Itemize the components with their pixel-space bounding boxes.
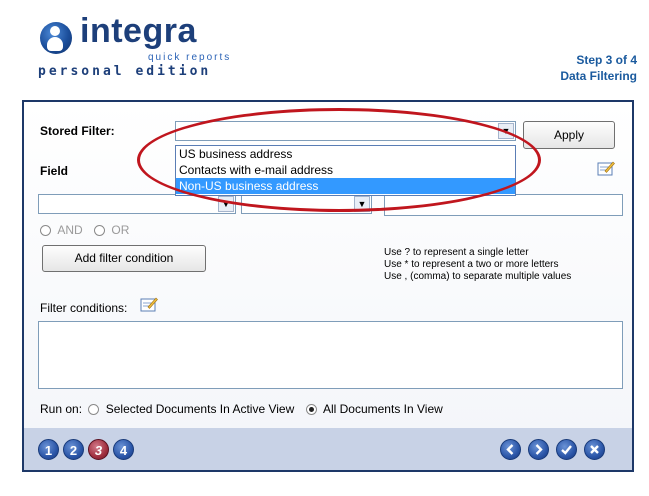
step-2-button[interactable]: 2 <box>63 439 84 460</box>
finish-button[interactable] <box>556 439 577 460</box>
run-on-label: Run on: <box>40 402 83 416</box>
and-radio[interactable] <box>40 225 51 237</box>
edit-note-icon[interactable] <box>140 296 158 312</box>
finish-icon <box>561 445 572 455</box>
selected-documents-radio[interactable] <box>88 404 100 416</box>
hint-multiple-letters: Use * to represent a two or more letters <box>384 259 559 270</box>
and-label: AND <box>57 223 83 237</box>
next-icon <box>535 444 543 455</box>
hint-single-letter: Use ? to represent a single letter <box>384 247 529 258</box>
brand-edition: personal edition <box>38 64 212 79</box>
step-title: Data Filtering <box>560 69 637 83</box>
brand-subtitle: quick reports <box>148 52 232 63</box>
logic-radio-group: AND OR <box>40 223 129 237</box>
back-button[interactable] <box>500 439 521 460</box>
filter-conditions-label: Filter conditions: <box>40 301 128 315</box>
back-icon <box>506 444 514 455</box>
brand-name: integra <box>80 12 197 50</box>
or-label: OR <box>111 223 130 237</box>
stored-filter-label: Stored Filter: <box>40 124 115 138</box>
step-3-button[interactable]: 3 <box>88 439 109 460</box>
logo-person-body <box>47 37 63 51</box>
next-button[interactable] <box>528 439 549 460</box>
hint-comma: Use , (comma) to separate multiple value… <box>384 271 572 282</box>
step-1-button[interactable]: 1 <box>38 439 59 460</box>
filter-conditions-textarea[interactable] <box>38 321 623 389</box>
edit-note-icon[interactable] <box>597 160 615 176</box>
all-documents-radio[interactable] <box>305 404 317 416</box>
annotation-ellipse <box>137 108 541 212</box>
step-4-button[interactable]: 4 <box>113 439 134 460</box>
or-radio[interactable] <box>94 225 106 237</box>
cancel-button[interactable] <box>584 439 605 460</box>
add-filter-condition-button[interactable]: Add filter condition <box>42 245 206 272</box>
logo-person-head <box>50 26 60 36</box>
selected-documents-label: Selected Documents In Active View <box>105 402 295 416</box>
run-on-group: Run on: Selected Documents In Active Vie… <box>40 402 443 416</box>
apply-button[interactable]: Apply <box>523 121 615 149</box>
step-indicator: Step 3 of 4 <box>576 53 637 67</box>
all-documents-label: All Documents In View <box>322 402 443 416</box>
cancel-icon <box>590 445 599 454</box>
field-label: Field <box>40 164 69 178</box>
